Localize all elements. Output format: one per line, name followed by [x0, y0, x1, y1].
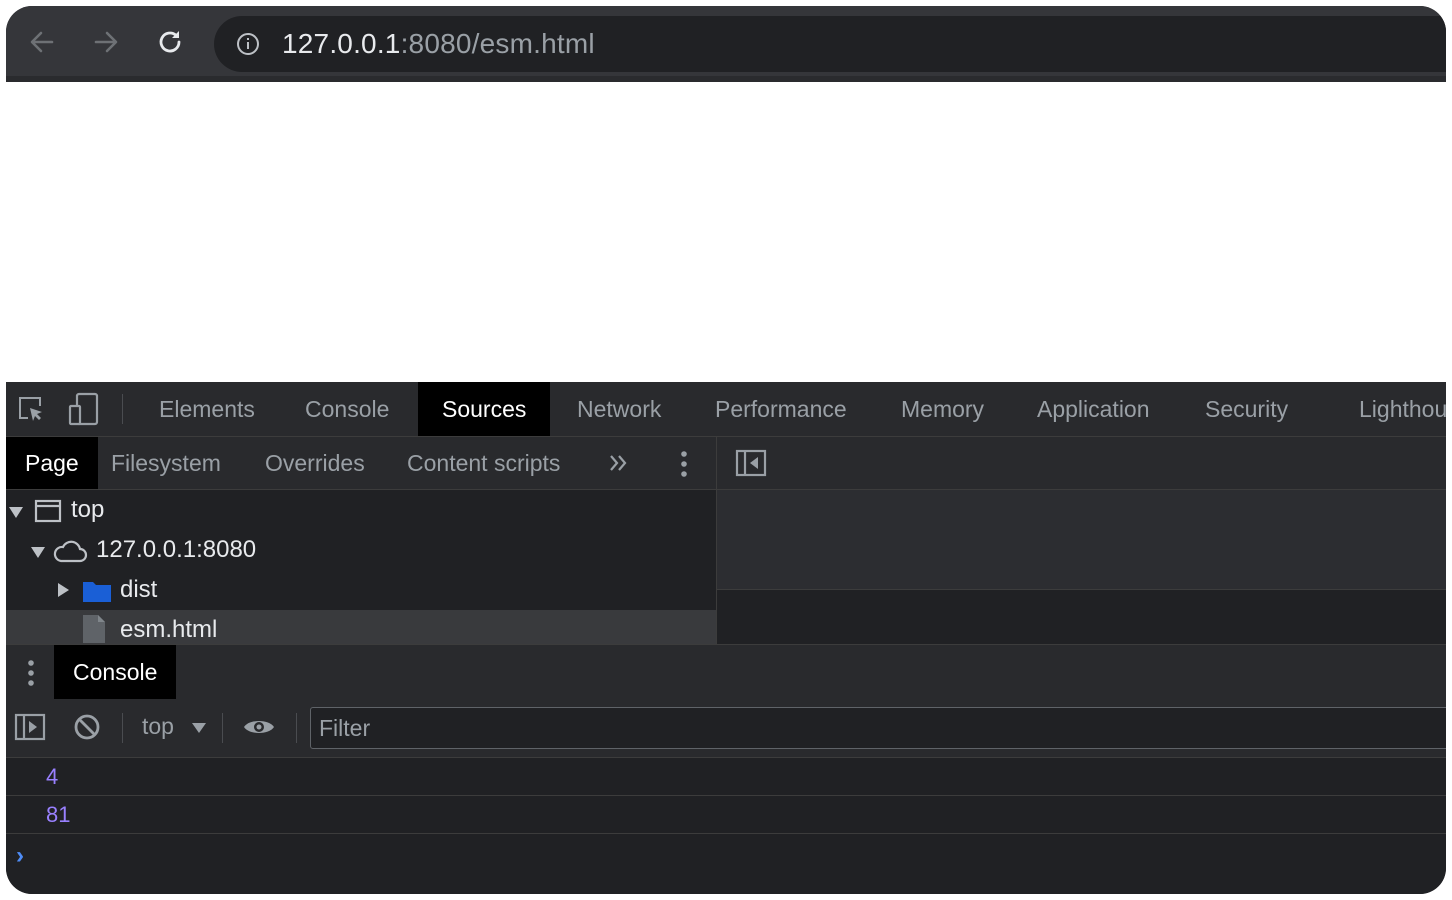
editor-header: [717, 437, 1446, 490]
url-text[interactable]: 127.0.0.1:8080/esm.html: [282, 28, 595, 60]
device-toolbar-icon[interactable]: [68, 392, 100, 426]
cloud-icon: [53, 540, 88, 563]
folder-icon: [83, 582, 111, 602]
reload-button[interactable]: [156, 28, 184, 56]
drawer-tab-console[interactable]: Console: [54, 645, 177, 699]
context-selector[interactable]: top: [142, 713, 174, 740]
back-button[interactable]: [28, 28, 56, 56]
subtab-content-scripts[interactable]: Content scripts: [407, 437, 560, 489]
console-prompt[interactable]: ›: [16, 842, 24, 870]
editor-lower-area: [717, 590, 1446, 644]
expand-arrow-icon[interactable]: [9, 507, 23, 518]
tree-label: dist: [120, 576, 158, 603]
subtab-filesystem[interactable]: Filesystem: [111, 437, 221, 489]
console-log-line: 81: [6, 796, 1446, 834]
url-host: 127.0.0.1: [282, 28, 401, 59]
filter-input[interactable]: [311, 708, 927, 748]
devtools-panel: Elements Console Sources Network Perform…: [6, 382, 1446, 894]
browser-toolbar: 127.0.0.1:8080/esm.html: [6, 6, 1446, 82]
tree-label: 127.0.0.1:8080: [96, 536, 257, 563]
forward-button[interactable]: [92, 28, 120, 56]
console-toolbar: top: [6, 699, 1446, 758]
sources-navigator-tabs: Page Filesystem Overrides Content script…: [6, 437, 717, 490]
console-filter[interactable]: [310, 707, 1446, 749]
toggle-navigator-icon[interactable]: [735, 449, 767, 477]
expand-arrow-icon[interactable]: [31, 547, 45, 558]
file-icon: [83, 615, 105, 643]
file-tree: top 127.0.0.1:8080 dist esm.html: [6, 490, 717, 644]
tab-sources[interactable]: Sources: [418, 382, 551, 436]
forward-arrow-icon: [94, 31, 118, 53]
dropdown-arrow-icon[interactable]: [192, 723, 206, 733]
back-arrow-icon: [30, 31, 54, 53]
url-path: :8080/esm.html: [400, 28, 595, 59]
tree-label: esm.html: [120, 616, 218, 643]
tab-elements[interactable]: Elements: [159, 382, 255, 436]
console-log-line: 4: [6, 758, 1446, 796]
eye-icon[interactable]: [242, 715, 276, 739]
tab-network[interactable]: Network: [577, 382, 661, 436]
address-bar[interactable]: 127.0.0.1:8080/esm.html: [214, 16, 1446, 72]
log-value: 81: [46, 802, 71, 827]
tab-application[interactable]: Application: [1037, 382, 1150, 436]
editor-empty-area: [717, 490, 1446, 590]
tab-security[interactable]: Security: [1205, 382, 1288, 436]
tree-item-top[interactable]: top: [6, 490, 716, 530]
kebab-menu-icon[interactable]: [678, 449, 690, 479]
tab-lighthouse[interactable]: Lighthouse: [1359, 382, 1446, 436]
drawer-tabbar: Console: [6, 644, 1446, 700]
clear-console-icon[interactable]: [73, 713, 101, 741]
tree-label: top: [71, 496, 105, 523]
reload-icon: [159, 31, 181, 53]
collapse-arrow-icon[interactable]: [58, 583, 69, 597]
frame-icon: [34, 499, 62, 523]
more-tabs-chevron-icon[interactable]: [608, 454, 630, 472]
tab-performance[interactable]: Performance: [715, 382, 847, 436]
show-sidebar-icon[interactable]: [14, 713, 46, 741]
tree-item-host[interactable]: 127.0.0.1:8080: [6, 530, 716, 570]
page-viewport: [6, 82, 1446, 382]
site-info-icon[interactable]: [236, 32, 260, 56]
tab-memory[interactable]: Memory: [901, 382, 984, 436]
browser-window: 127.0.0.1:8080/esm.html Elements Console…: [6, 6, 1446, 894]
drawer-menu-icon[interactable]: [25, 658, 37, 688]
log-value: 4: [46, 764, 59, 789]
inspect-element-icon[interactable]: [16, 394, 46, 424]
subtab-overrides[interactable]: Overrides: [265, 437, 365, 489]
tree-item-dist[interactable]: dist: [6, 570, 716, 610]
subtab-page[interactable]: Page: [6, 437, 98, 489]
tree-item-esm-html[interactable]: esm.html: [6, 610, 716, 644]
devtools-tabbar: Elements Console Sources Network Perform…: [6, 382, 1446, 437]
tab-console[interactable]: Console: [305, 382, 389, 436]
